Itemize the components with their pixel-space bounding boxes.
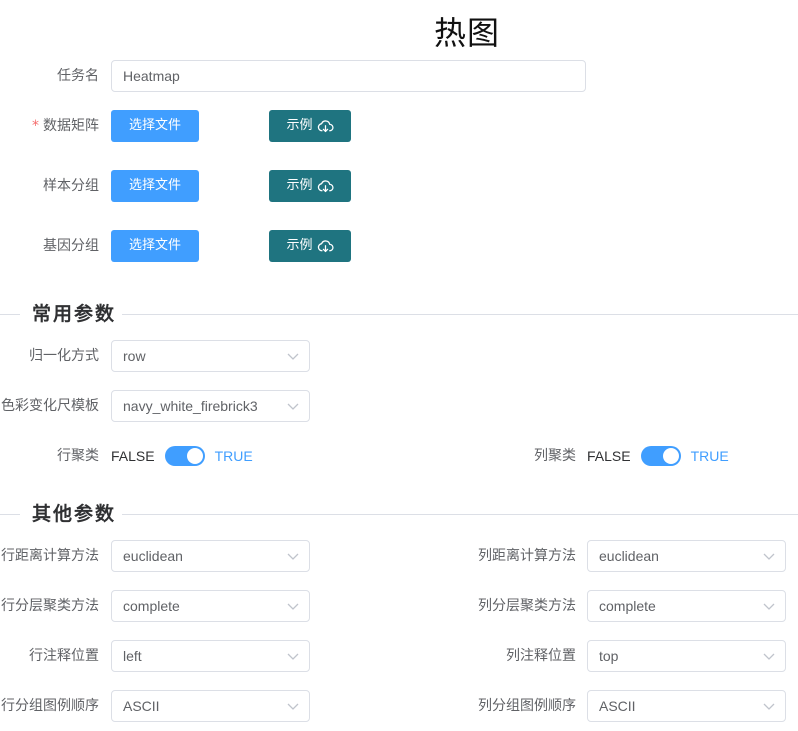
chevron-down-icon (287, 653, 299, 660)
cloud-download-icon (317, 179, 333, 192)
col-method-label: 列分层聚类方法 (478, 598, 576, 614)
color-scale-label: 色彩变化尺模板 (1, 398, 99, 414)
switch-off-label: FALSE (111, 448, 155, 464)
row-distance-label: 行距离计算方法 (1, 548, 99, 564)
data-matrix-example-button[interactable]: 示例 (269, 110, 351, 142)
chevron-down-icon (287, 703, 299, 710)
select-value: euclidean (599, 548, 659, 564)
page-title: 热图 (433, 14, 500, 52)
chevron-down-icon (287, 403, 299, 410)
row-method-label: 行分层聚类方法 (1, 598, 99, 614)
select-value: ASCII (123, 698, 160, 714)
col-method-select[interactable]: complete (587, 590, 786, 622)
example-label: 示例 (286, 178, 313, 193)
gene-group-file-button[interactable]: 选择文件 (111, 230, 199, 262)
example-label: 示例 (286, 238, 313, 253)
task-name-input[interactable]: Heatmap (111, 60, 586, 92)
row-cluster-toggle[interactable] (164, 446, 205, 466)
chevron-down-icon (763, 703, 775, 710)
required-mark: * (32, 118, 39, 134)
switch-off-label: FALSE (587, 448, 631, 464)
chevron-down-icon (763, 653, 775, 660)
chevron-down-icon (763, 553, 775, 560)
example-label: 示例 (286, 118, 313, 133)
select-value: top (599, 648, 619, 664)
common-params-heading: 常用参数 (32, 303, 117, 325)
col-cluster-label: 列聚类 (534, 448, 576, 464)
select-value: euclidean (123, 548, 183, 564)
select-value: navy_white_firebrick3 (123, 398, 258, 414)
sample-group-file-button[interactable]: 选择文件 (111, 170, 199, 202)
row-cluster-label: 行聚类 (57, 448, 99, 464)
row-distance-select[interactable]: euclidean (111, 540, 310, 572)
col-order-select[interactable]: ASCII (587, 690, 786, 722)
row-order-select[interactable]: ASCII (111, 690, 310, 722)
row-method-select[interactable]: complete (111, 590, 310, 622)
col-anno-label: 列注释位置 (506, 648, 576, 664)
data-matrix-label: * 数据矩阵 (32, 118, 99, 134)
select-value: complete (123, 598, 180, 614)
cloud-download-icon (317, 119, 333, 132)
cloud-download-icon (317, 239, 333, 252)
row-anno-select[interactable]: left (111, 640, 310, 672)
col-cluster-switch[interactable]: FALSE TRUE (587, 440, 729, 472)
col-order-label: 列分组图例顺序 (478, 698, 576, 714)
switch-on-label: TRUE (214, 448, 253, 464)
common-params-divider: 常用参数 (0, 302, 798, 326)
sample-group-example-button[interactable]: 示例 (269, 170, 351, 202)
select-value: left (123, 648, 142, 664)
col-anno-select[interactable]: top (587, 640, 786, 672)
chevron-down-icon (287, 353, 299, 360)
task-name-label: 任务名 (57, 68, 99, 84)
select-value: row (123, 348, 146, 364)
gene-group-example-button[interactable]: 示例 (269, 230, 351, 262)
switch-on-label: TRUE (690, 448, 729, 464)
row-anno-label: 行注释位置 (29, 648, 99, 664)
gene-group-label: 基因分组 (43, 238, 99, 254)
other-params-divider: 其他参数 (0, 502, 798, 526)
select-value: ASCII (599, 698, 636, 714)
normalize-select[interactable]: row (111, 340, 310, 372)
col-distance-select[interactable]: euclidean (587, 540, 786, 572)
row-cluster-switch[interactable]: FALSE TRUE (111, 440, 253, 472)
data-matrix-file-button[interactable]: 选择文件 (111, 110, 199, 142)
row-order-label: 行分组图例顺序 (1, 698, 99, 714)
chevron-down-icon (287, 603, 299, 610)
select-value: complete (599, 598, 656, 614)
chevron-down-icon (287, 553, 299, 560)
other-params-heading: 其他参数 (32, 503, 117, 525)
col-distance-label: 列距离计算方法 (478, 548, 576, 564)
chevron-down-icon (763, 603, 775, 610)
normalize-label: 归一化方式 (29, 348, 99, 364)
col-cluster-toggle[interactable] (640, 446, 681, 466)
color-scale-select[interactable]: navy_white_firebrick3 (111, 390, 310, 422)
sample-group-label: 样本分组 (43, 178, 99, 194)
